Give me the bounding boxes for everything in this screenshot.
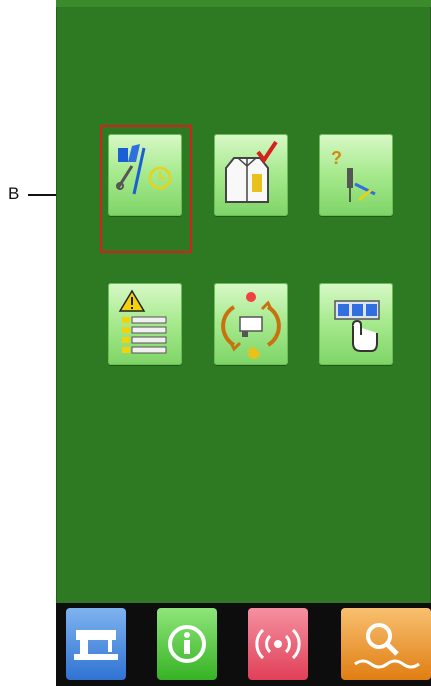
tab-communication[interactable] (248, 608, 308, 680)
sewing-machine-icon (74, 630, 118, 660)
clothing-check-icon (225, 140, 278, 203)
svg-text:?: ? (331, 148, 342, 168)
search-icon (354, 623, 420, 669)
needle-help-button[interactable]: ? (319, 134, 393, 216)
warning-list-button[interactable] (108, 283, 182, 365)
tab-sewing[interactable] (66, 608, 126, 680)
needle-help-icon: ? (331, 148, 376, 202)
information-icon (168, 625, 206, 663)
communication-icon (255, 628, 301, 660)
keypad-touch-button[interactable] (319, 283, 393, 365)
machine-cycle-icon (221, 292, 281, 359)
maintenance-settings-button[interactable] (108, 134, 182, 216)
callout-label-b: B (8, 184, 20, 203)
top-strip (56, 0, 431, 7)
tab-information[interactable] (157, 608, 217, 680)
clothing-check-button[interactable] (214, 134, 288, 216)
keypad-touch-icon (334, 300, 380, 352)
warning-list-icon (118, 289, 167, 354)
tab-search[interactable] (341, 608, 431, 680)
panel-screen: ? (56, 0, 431, 686)
machine-cycle-button[interactable] (214, 283, 288, 365)
maintenance-settings-icon (116, 144, 172, 195)
